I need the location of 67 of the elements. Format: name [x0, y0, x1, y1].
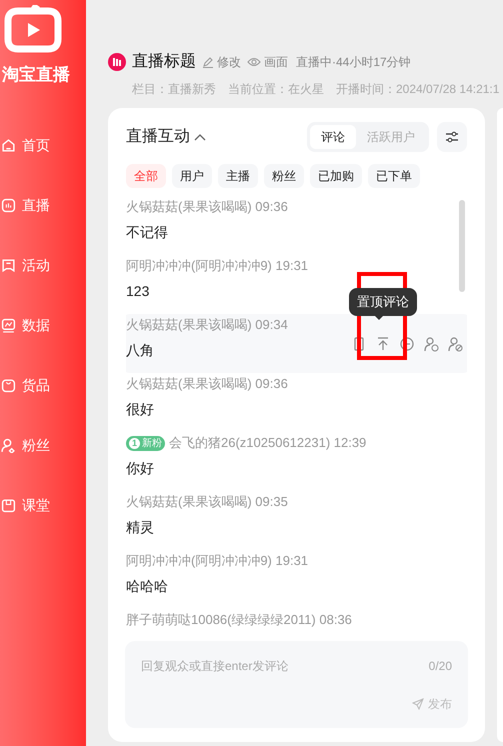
- send-icon: [412, 698, 424, 710]
- comment-author: 阿明冲冲冲(阿明冲冲冲9) 19:31: [126, 552, 308, 570]
- char-counter: 0/20: [428, 658, 452, 675]
- user-info-icon[interactable]: [423, 336, 439, 352]
- comment-author: 胖子萌萌哒10086(绿绿绿绿2011) 08:36: [126, 611, 352, 630]
- comment-text: 八角: [126, 341, 154, 360]
- comment-text: 哈哈哈: [126, 577, 168, 596]
- book-icon: [1, 498, 16, 512]
- meta-text: 开播时间：2024/07/28 14:21:1: [336, 81, 500, 98]
- filter-chip[interactable]: 主播: [218, 164, 258, 188]
- pin-top-icon[interactable]: [375, 336, 391, 352]
- nav-item[interactable]: 直播: [0, 175, 86, 235]
- chevron-icon: [194, 133, 206, 141]
- meta-text: 栏目：直播新秀: [132, 81, 216, 98]
- edit-button[interactable]: 修改: [202, 53, 241, 71]
- eye-icon: [247, 57, 261, 67]
- badge-label: 新粉: [142, 436, 162, 450]
- filter-chip[interactable]: 粉丝: [264, 164, 304, 188]
- logo-text: 淘宝直播: [2, 66, 71, 83]
- filter-chip[interactable]: 全部: [126, 164, 166, 188]
- nav-item[interactable]: 活动: [0, 235, 86, 295]
- reply-placeholder: 回复观众或直接enter发评论: [141, 658, 288, 675]
- nav-item[interactable]: 首页: [0, 115, 86, 175]
- comment-text: 你好: [126, 459, 154, 478]
- filter-chip[interactable]: 已下单: [368, 164, 420, 188]
- filter-chip[interactable]: 已加购: [310, 164, 362, 188]
- meta-text: 当前位置：在火星: [228, 81, 324, 98]
- user-icon: [1, 438, 16, 452]
- comment-text: 很好: [126, 400, 154, 419]
- live-icon: [108, 53, 126, 71]
- tab[interactable]: 活跃用户: [356, 125, 426, 149]
- level-badge: 1: [129, 438, 140, 448]
- preview-button[interactable]: 画面: [247, 53, 288, 71]
- home-icon: [1, 138, 16, 152]
- flag-icon: [1, 258, 16, 272]
- tab[interactable]: 评论: [310, 125, 356, 149]
- comment-author: 火锅菇菇(果果该喝喝) 09:35: [126, 493, 288, 512]
- comment-text: 123: [126, 282, 150, 301]
- chart-icon: [1, 318, 16, 332]
- panel-title: 直播互动: [126, 126, 190, 147]
- nav-item[interactable]: 货品: [0, 355, 86, 415]
- logo-icon: [4, 5, 62, 53]
- comment-text: 不记得: [126, 223, 168, 242]
- filter-chip[interactable]: 用户: [172, 164, 212, 188]
- scrollbar[interactable]: [459, 200, 465, 292]
- user-block-icon[interactable]: [447, 336, 463, 352]
- live-duration: 直播中·44小时17分钟: [296, 54, 411, 71]
- tooltip: 置顶评论: [349, 288, 417, 316]
- reply-box[interactable]: 回复观众或直接enter发评论 0/20 发布: [125, 641, 468, 728]
- bag-icon: [1, 378, 16, 392]
- comment-author: 火锅菇菇(果果该喝喝) 09:36: [126, 198, 288, 216]
- comment-author: 阿明冲冲冲(阿明冲冲冲9) 19:31: [126, 257, 308, 276]
- comment-author: 会飞的猪26(z10250612231) 12:39: [169, 434, 366, 452]
- nav-item[interactable]: 课堂: [0, 475, 86, 535]
- nav-item[interactable]: 数据: [0, 295, 86, 355]
- bar-chart-icon: [1, 198, 16, 212]
- comment-author: 火锅菇菇(果果该喝喝) 09:36: [126, 375, 288, 394]
- publish-button[interactable]: 发布: [412, 695, 452, 713]
- comment-text: 精灵: [126, 518, 154, 537]
- reply-icon[interactable]: [399, 336, 415, 352]
- sliders-icon: [445, 131, 459, 143]
- collapse-toggle[interactable]: [194, 133, 206, 141]
- settings-button[interactable]: [437, 122, 467, 152]
- live-title: 直播标题: [132, 52, 196, 72]
- nav-item[interactable]: 粉丝: [0, 415, 86, 475]
- comment-author: 火锅菇菇(果果该喝喝) 09:34: [126, 316, 288, 334]
- pen-icon: [202, 56, 214, 68]
